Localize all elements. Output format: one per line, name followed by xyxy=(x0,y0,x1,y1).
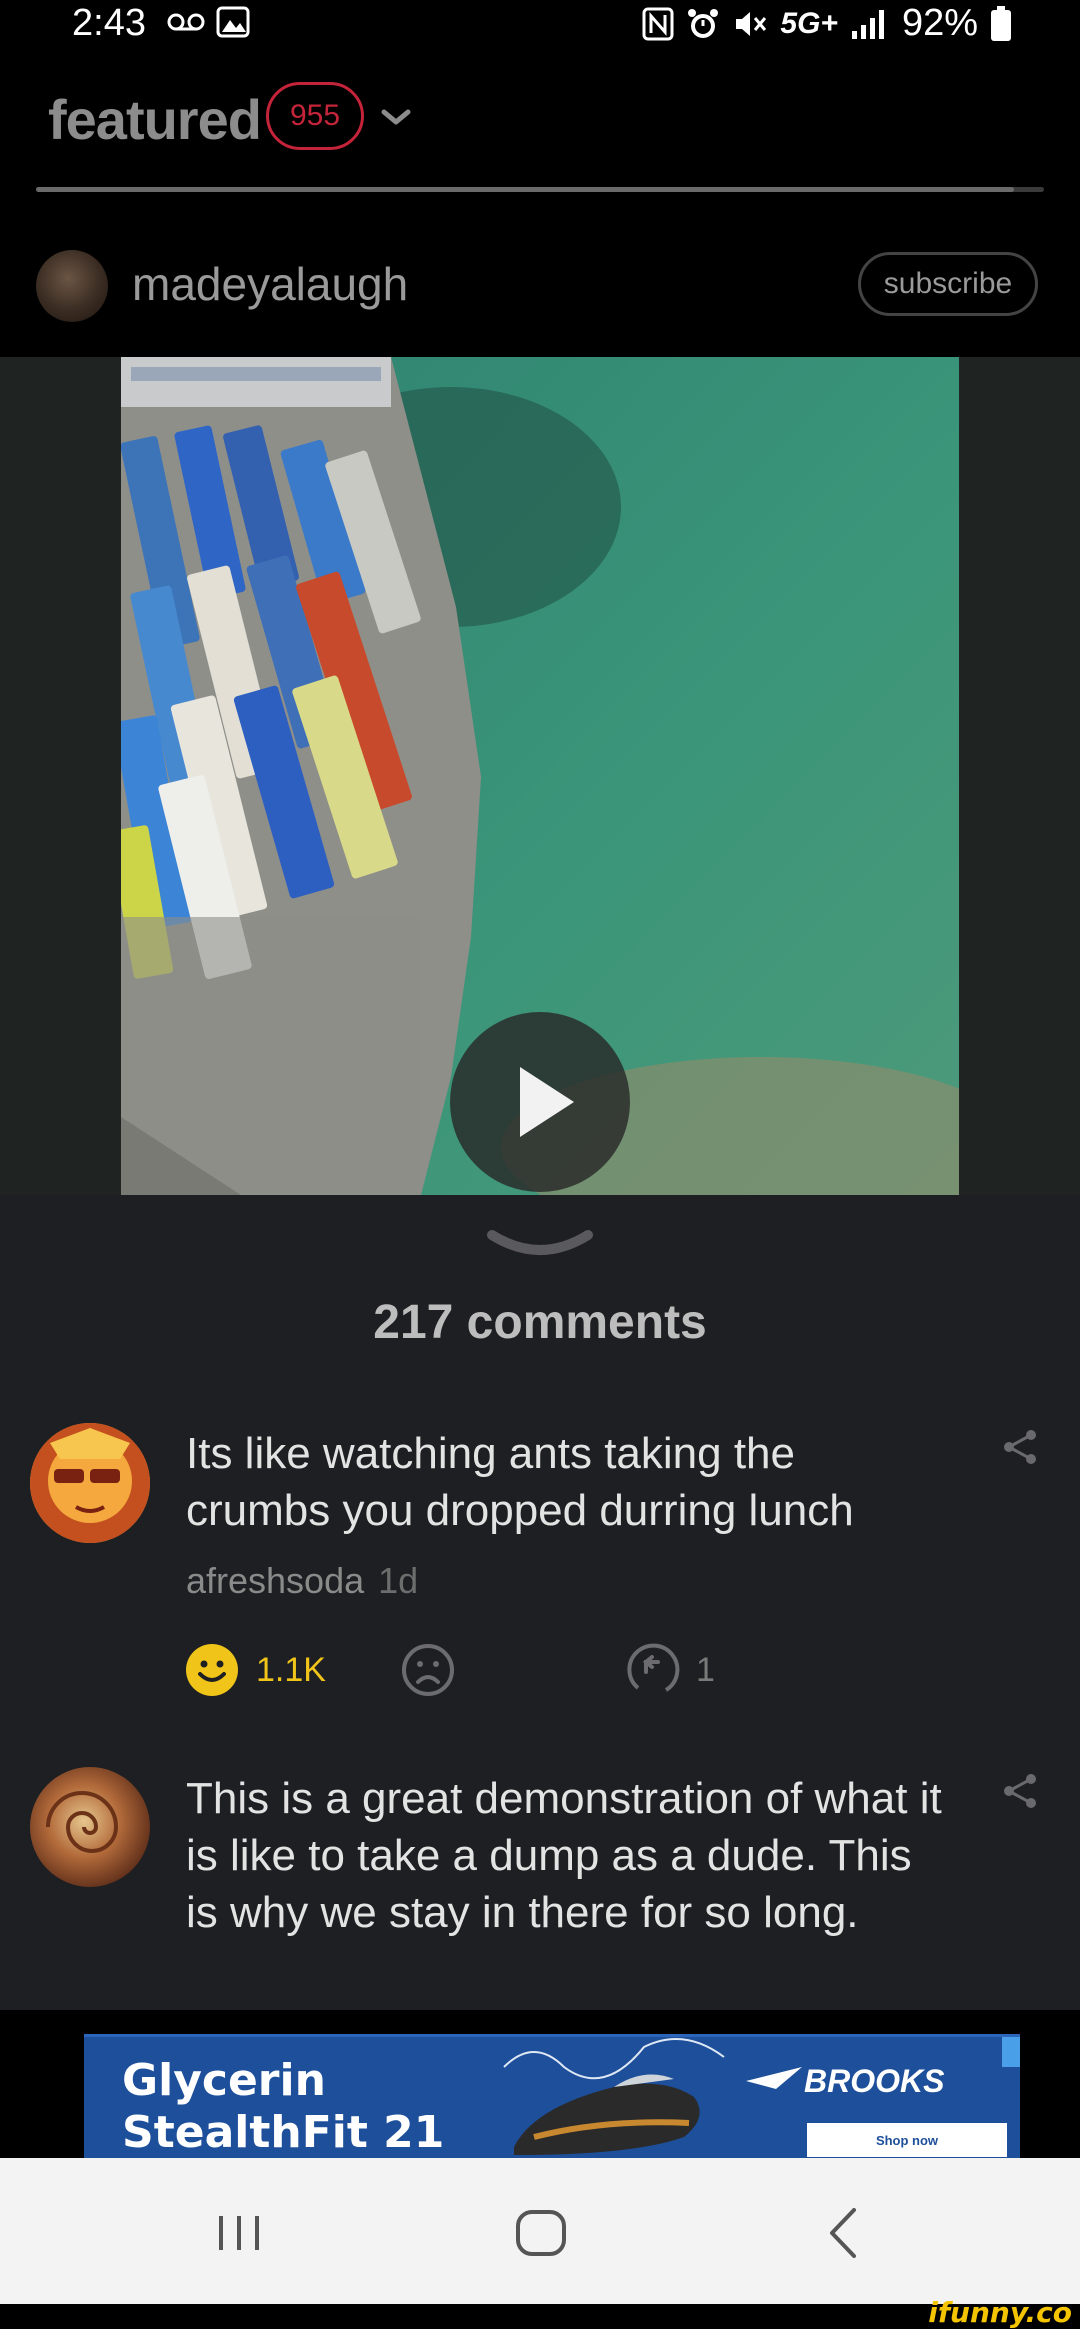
share-icon[interactable] xyxy=(1000,1427,1040,1467)
ad-headline-line2: StealthFit 21 xyxy=(122,2107,445,2158)
watermark: ifunny.co xyxy=(928,2296,1072,2329)
feed-count-badge: 955 xyxy=(266,82,364,150)
like-count: 1.1K xyxy=(256,1650,326,1689)
home-icon[interactable] xyxy=(506,2198,576,2268)
feed-progress-bar xyxy=(36,187,1044,192)
comment-text: This is a great demonstration of what it… xyxy=(186,1774,942,1937)
voicemail-icon xyxy=(167,13,205,31)
signal-icon xyxy=(851,9,884,39)
collapse-chevron-icon[interactable] xyxy=(486,1227,594,1263)
comment-author[interactable]: afreshsoda xyxy=(186,1560,364,1601)
comment-avatar[interactable] xyxy=(30,1767,150,1887)
battery-percent: 92% xyxy=(901,2,978,44)
frown-icon xyxy=(402,1644,454,1696)
alarm-icon xyxy=(688,8,719,38)
dislike-reaction[interactable] xyxy=(400,1642,456,1698)
comment-text: Its like watching ants taking the crumbs… xyxy=(186,1429,854,1535)
ad-shop-now-button[interactable]: Shop now xyxy=(807,2123,1007,2157)
bottom-strip xyxy=(0,2304,1080,2324)
comment-meta: afreshsoda 1d xyxy=(186,1560,418,1602)
subscribe-button[interactable]: subscribe xyxy=(858,252,1038,316)
ad-area: Glycerin StealthFit 21 BROOKS Shop now xyxy=(0,2010,1080,2158)
status-bar: 2:43 5G+ 92% xyxy=(0,0,1080,52)
post-author-username[interactable]: madeyalaugh xyxy=(132,257,408,311)
reply-button[interactable]: 1 xyxy=(624,1642,715,1698)
comments-section: 217 comments Its like watching ants taki… xyxy=(0,1195,1080,2010)
avatar-image xyxy=(30,1767,150,1887)
mute-icon xyxy=(736,11,767,36)
nfc-icon xyxy=(642,7,674,40)
feed-progress-fill xyxy=(36,187,1014,192)
ad-headline-line1: Glycerin xyxy=(122,2055,326,2106)
system-nav-bar xyxy=(0,2158,1080,2304)
play-button[interactable] xyxy=(450,1012,630,1192)
battery-icon xyxy=(991,5,1011,41)
avatar[interactable] xyxy=(36,250,108,322)
avatar-image xyxy=(30,1423,150,1543)
network-type: 5G+ xyxy=(780,6,838,40)
play-icon xyxy=(520,1067,574,1137)
reply-count: 1 xyxy=(696,1650,715,1689)
ad-banner[interactable]: Glycerin StealthFit 21 BROOKS Shop now xyxy=(84,2034,1020,2158)
recent-apps-icon[interactable] xyxy=(204,2198,274,2268)
reply-icon xyxy=(627,1643,680,1692)
back-icon[interactable] xyxy=(810,2198,880,2268)
ad-info-icon[interactable] xyxy=(1002,2037,1020,2067)
like-reaction[interactable]: 1.1K xyxy=(184,1642,326,1698)
share-icon[interactable] xyxy=(1000,1771,1040,1811)
feed-title[interactable]: featured xyxy=(48,87,262,152)
post-media-container xyxy=(0,357,1080,1195)
comment-avatar[interactable] xyxy=(30,1423,150,1543)
chevron-down-icon[interactable] xyxy=(378,102,414,132)
comment-age: 1d xyxy=(378,1560,419,1601)
feed-header: featured 955 madeyalaugh subscribe xyxy=(0,52,1080,357)
comments-count: 217 comments xyxy=(373,1296,707,1349)
ad-brand: BROOKS xyxy=(804,2063,945,2099)
status-time: 2:43 xyxy=(72,2,146,44)
brand-chevron-icon xyxy=(746,2067,802,2089)
shoe-image xyxy=(503,2038,725,2155)
post-video[interactable] xyxy=(121,357,959,1195)
ad-headline: Glycerin StealthFit 21 xyxy=(122,2055,444,2158)
smile-icon xyxy=(186,1644,238,1696)
gallery-icon xyxy=(216,6,250,38)
